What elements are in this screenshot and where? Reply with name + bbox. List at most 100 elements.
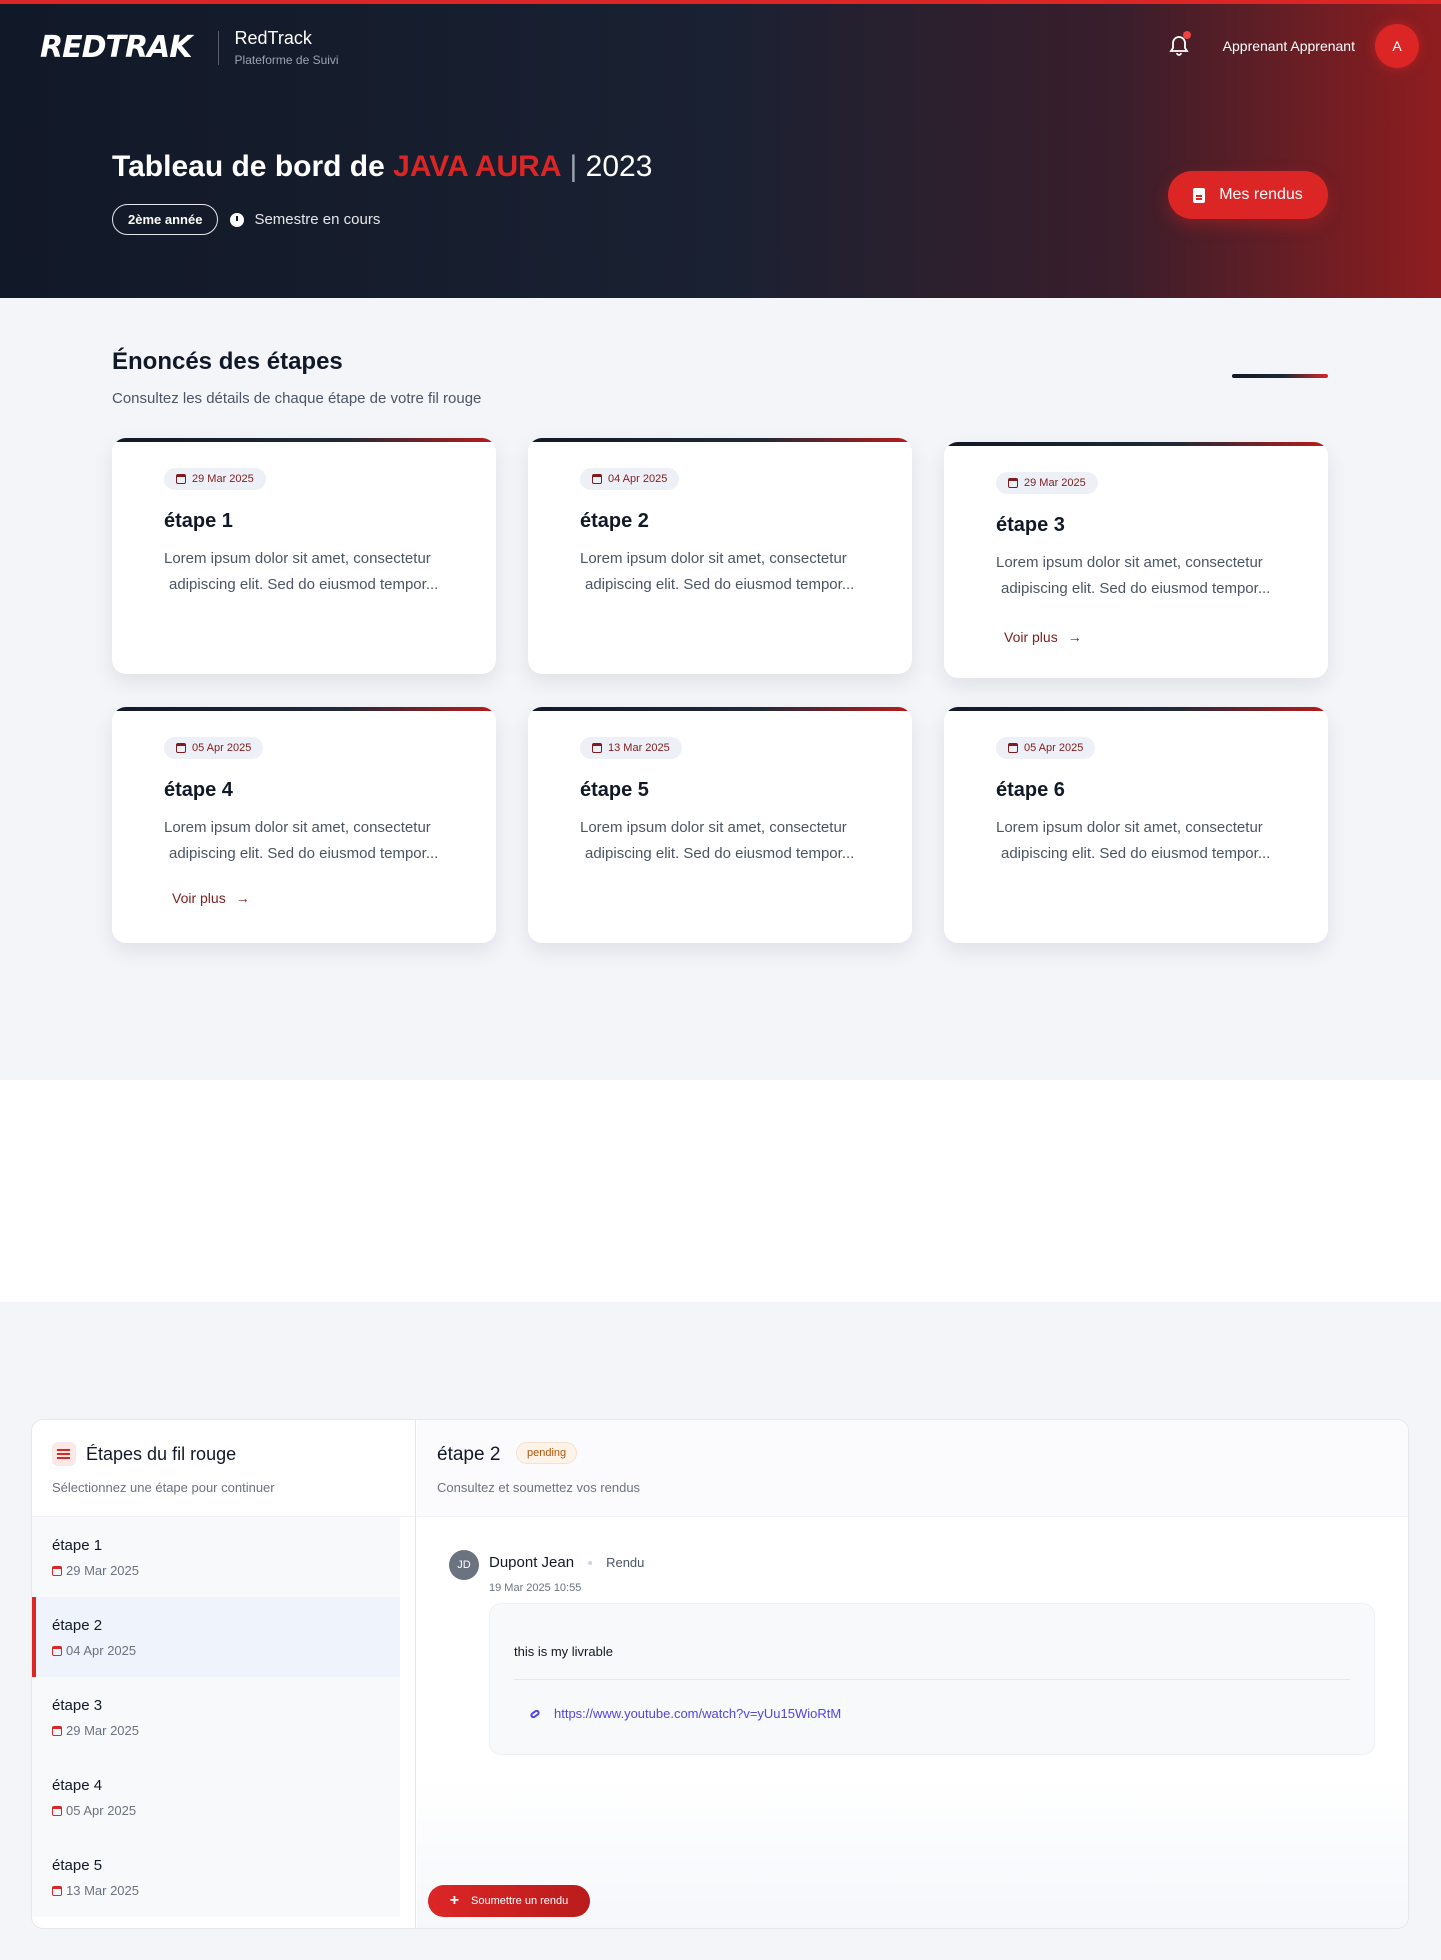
step-name: étape 5 [52, 1857, 103, 1874]
year-badge: 2ème année [112, 204, 219, 235]
submission-card: this is my livrable https://www.youtube.… [489, 1603, 1375, 1755]
detail-subtitle: Consultez et soumettez vos rendus [437, 1480, 641, 1495]
app-name: RedTrack [234, 28, 312, 48]
voir-plus-link[interactable]: Voir plus → [1004, 629, 1082, 645]
card-description: Lorem ipsum dolor sit amet, consectetur a… [996, 554, 1271, 597]
step-name: étape 1 [52, 1537, 103, 1554]
step-item[interactable]: étape 1 29 Mar 2025 [32, 1517, 400, 1597]
document-icon [1193, 187, 1206, 203]
program-name: JAVA AURA [393, 150, 562, 183]
date-badge: 04 Apr 2025 [580, 468, 680, 490]
user-avatar[interactable]: A [1375, 24, 1419, 68]
step-date: 29 Mar 2025 [52, 1563, 139, 1578]
submission-text: this is my livrable [514, 1644, 613, 1659]
step-date: 13 Mar 2025 [52, 1883, 139, 1898]
step-item[interactable]: étape 4 05 Apr 2025 [32, 1757, 400, 1837]
header-user-area: Apprenant Apprenant A [1159, 24, 1419, 68]
section-accent-bar [1232, 374, 1328, 378]
sidebar-header: Étapes du fil rouge Sélectionnez une éta… [32, 1420, 415, 1517]
step-item-selected[interactable]: étape 2 04 Apr 2025 [32, 1597, 400, 1677]
status-badge: pending [516, 1442, 578, 1464]
steps-sidebar: Étapes du fil rouge Sélectionnez une éta… [32, 1420, 416, 1928]
card-title: étape 5 [580, 779, 649, 801]
voir-plus-link[interactable]: Voir plus → [172, 890, 250, 906]
date-badge: 29 Mar 2025 [996, 472, 1098, 494]
section-title: Énoncés des étapes [112, 348, 343, 375]
submit-rendu-button[interactable]: + Soumettre un rendu [428, 1885, 590, 1917]
author-avatar: JD [449, 1550, 479, 1580]
paperclip-icon [529, 1708, 541, 1719]
step-list: étape 1 29 Mar 2025 étape 2 04 Apr 2025 … [32, 1517, 400, 1917]
steps-section: Énoncés des étapes Consultez les détails… [0, 298, 1441, 1080]
calendar-icon [52, 1725, 62, 1736]
step-detail: étape 2 pending Consultez et soumettez v… [417, 1420, 1408, 1928]
date-badge: 29 Mar 2025 [164, 468, 266, 490]
step-card[interactable]: 29 Mar 2025 étape 1 Lorem ipsum dolor si… [112, 438, 496, 674]
step-card[interactable]: 05 Apr 2025 étape 6 Lorem ipsum dolor si… [944, 707, 1328, 943]
step-card[interactable]: 05 Apr 2025 étape 4 Lorem ipsum dolor si… [112, 707, 496, 943]
card-description: Lorem ipsum dolor sit amet, consectetur a… [580, 819, 855, 862]
step-card[interactable]: 13 Mar 2025 étape 5 Lorem ipsum dolor si… [528, 707, 912, 943]
step-date: 05 Apr 2025 [52, 1803, 136, 1818]
program-year: 2023 [585, 150, 653, 183]
notification-bell-icon[interactable] [1159, 26, 1199, 66]
brand: REDTRAK RedTrack Plateforme de Suivi [40, 28, 339, 67]
card-title: étape 6 [996, 779, 1065, 801]
calendar-icon [52, 1565, 62, 1576]
calendar-icon [1008, 478, 1018, 488]
calendar-icon [176, 474, 186, 484]
submission-link[interactable]: https://www.youtube.com/watch?v=yUu15Wio… [529, 1706, 841, 1721]
arrow-right-icon: → [1067, 629, 1082, 645]
separator-dot [588, 1560, 593, 1565]
author-name: Dupont Jean [489, 1554, 575, 1571]
list-icon [52, 1442, 76, 1466]
divider [514, 1679, 1350, 1680]
step-name: étape 2 [52, 1617, 103, 1634]
card-title: étape 2 [580, 510, 649, 532]
mes-rendus-button[interactable]: Mes rendus [1168, 171, 1328, 219]
arrow-right-icon: → [235, 890, 250, 906]
card-title: étape 3 [996, 514, 1065, 536]
calendar-icon [592, 474, 602, 484]
card-description: Lorem ipsum dolor sit amet, consectetur a… [996, 819, 1271, 862]
card-description: Lorem ipsum dolor sit amet, consectetur a… [164, 819, 439, 862]
calendar-icon [52, 1645, 62, 1656]
page-title: Tableau de bord de JAVA AURA | 2023 [112, 150, 653, 183]
step-date: 29 Mar 2025 [52, 1723, 139, 1738]
section-subtitle: Consultez les détails de chaque étape de… [112, 390, 482, 407]
card-title: étape 4 [164, 779, 233, 801]
step-card[interactable]: 29 Mar 2025 étape 3 Lorem ipsum dolor si… [944, 442, 1328, 678]
step-name: étape 3 [52, 1697, 103, 1714]
brand-divider [217, 30, 219, 65]
livrables-screen: Étapes du fil rouge Sélectionnez une éta… [0, 1302, 1441, 1960]
sidebar-subtitle: Sélectionnez une étape pour continuer [52, 1480, 275, 1495]
app-subtitle: Plateforme de Suivi [234, 53, 339, 67]
step-item[interactable]: étape 5 13 Mar 2025 [32, 1837, 400, 1917]
step-item[interactable]: étape 3 29 Mar 2025 [32, 1677, 400, 1757]
submission-author: Dupont Jean Rendu [489, 1554, 644, 1571]
calendar-icon [176, 743, 186, 753]
plus-icon: + [449, 1892, 460, 1909]
clock-icon [230, 212, 245, 227]
date-badge: 05 Apr 2025 [164, 737, 264, 759]
submission-timestamp: 19 Mar 2025 10:55 [489, 1582, 582, 1594]
sidebar-title: Étapes du fil rouge [86, 1444, 237, 1464]
submission-kind: Rendu [606, 1555, 645, 1570]
calendar-icon [52, 1885, 62, 1896]
user-name[interactable]: Apprenant Apprenant [1223, 38, 1355, 54]
card-title: étape 1 [164, 510, 233, 532]
date-badge: 05 Apr 2025 [996, 737, 1096, 759]
date-badge: 13 Mar 2025 [580, 737, 682, 759]
step-card[interactable]: 04 Apr 2025 étape 2 Lorem ipsum dolor si… [528, 438, 912, 674]
redtrak-logo[interactable]: REDTRAK [40, 30, 193, 65]
calendar-icon [1008, 743, 1018, 753]
step-name: étape 4 [52, 1777, 103, 1794]
calendar-icon [592, 743, 602, 753]
dashboard-hero: REDTRAK RedTrack Plateforme de Suivi App… [0, 0, 1441, 298]
step-date: 04 Apr 2025 [52, 1643, 136, 1658]
detail-title: étape 2 [437, 1444, 501, 1465]
livrables-panel: Étapes du fil rouge Sélectionnez une éta… [31, 1419, 1409, 1929]
card-description: Lorem ipsum dolor sit amet, consectetur a… [164, 550, 439, 593]
calendar-icon [52, 1805, 62, 1816]
notification-dot [1182, 31, 1191, 39]
